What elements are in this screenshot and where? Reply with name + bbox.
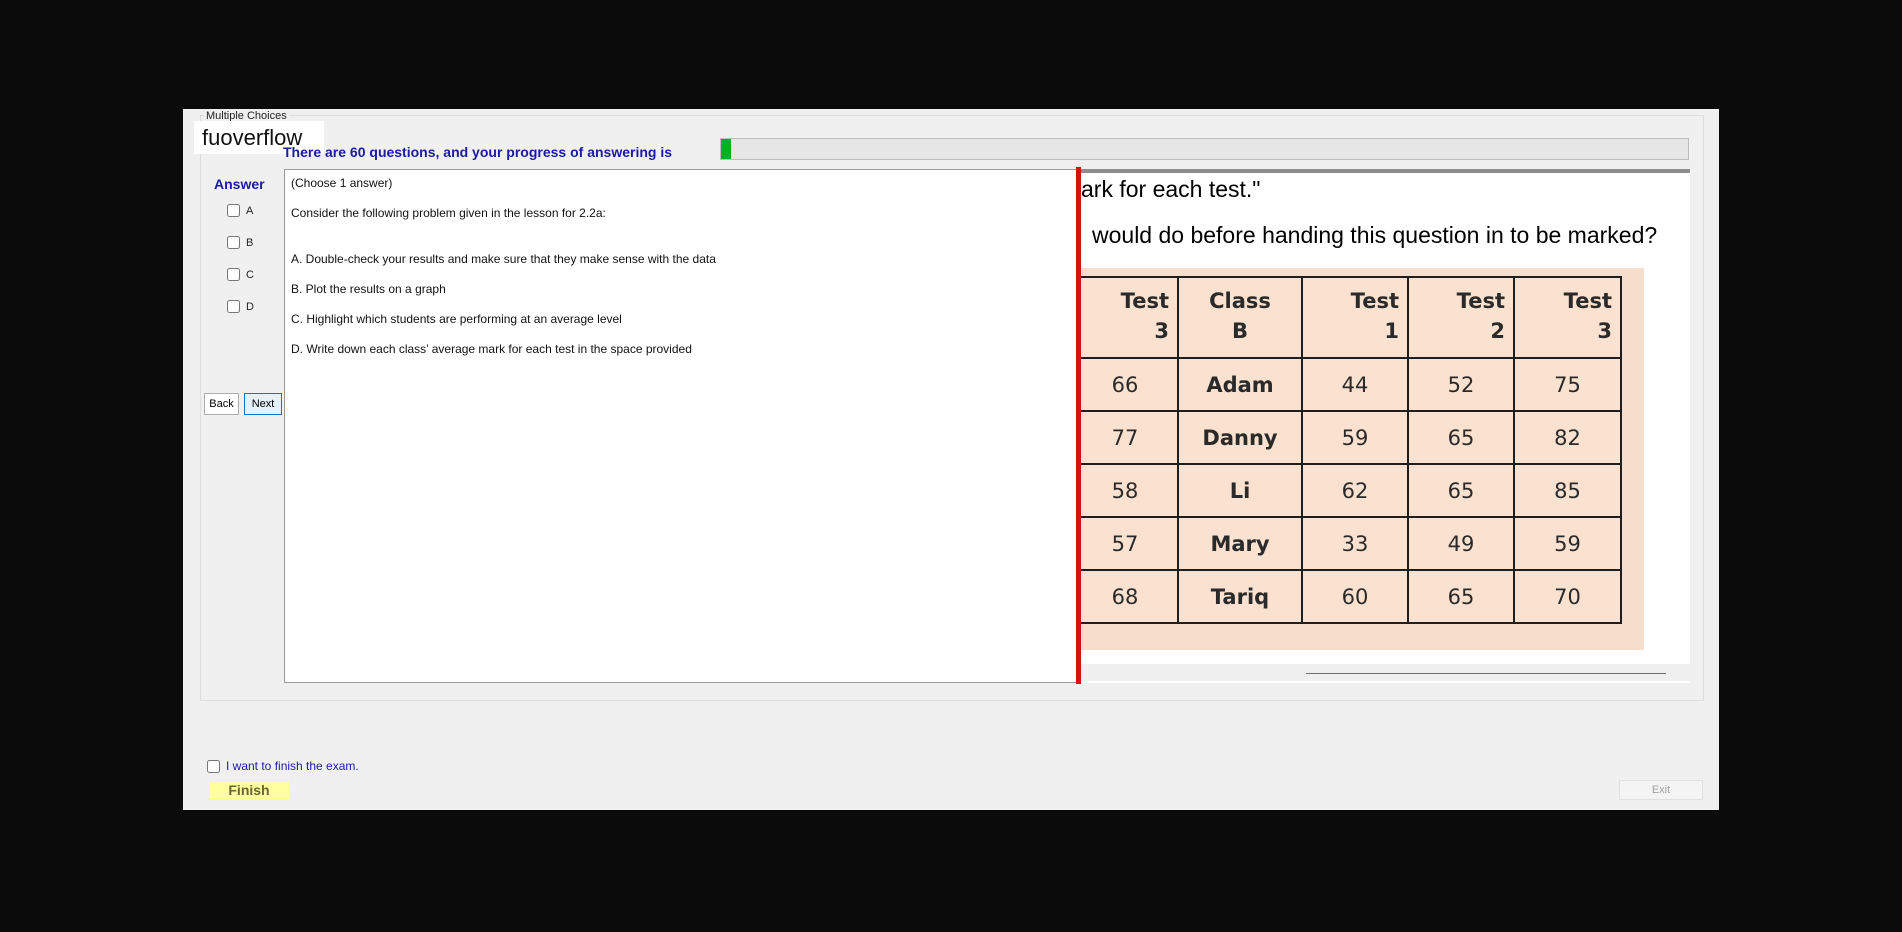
option-d-label: D [246,300,254,313]
table-row: 57 Mary 33 49 59 [1081,516,1622,571]
table-row: 58 Li 62 65 85 [1081,463,1622,518]
answer-title: Answer [214,176,265,192]
header-cell: Test 1 [1301,276,1409,359]
table-cell: 49 [1407,516,1515,571]
question-text-box[interactable]: (Choose 1 answer) Consider the following… [284,169,1077,683]
table-cell: 65 [1407,463,1515,518]
question-prompt: Consider the following problem given in … [291,206,606,220]
table-cell: 44 [1301,357,1409,412]
table-cell: Mary [1177,516,1303,571]
table-cell: 52 [1407,357,1515,412]
table-cell: 59 [1513,516,1622,571]
table-cell: Li [1177,463,1303,518]
image-top-border [1081,169,1690,173]
finish-exam-option[interactable]: I want to finish the exam. [207,759,359,773]
table-cell: 65 [1407,410,1515,465]
marks-table: Test 3 Class B Test 1 Test 2 Test 3 66 Adam 4… [1081,276,1622,624]
table-cell: 62 [1301,463,1409,518]
choice-c-text: C. Highlight which students are performi… [291,312,622,326]
table-cell: Tariq [1177,569,1303,624]
table-cell: 60 [1301,569,1409,624]
option-a[interactable]: A [227,204,253,217]
table-cell: 82 [1513,410,1622,465]
image-text-line-1: ark for each test." [1081,176,1261,202]
finish-exam-label: I want to finish the exam. [226,759,359,773]
table-cell: 85 [1513,463,1622,518]
choice-a-text: A. Double-check your results and make su… [291,252,716,266]
progress-label: There are 60 questions, and your progres… [283,144,672,160]
choice-d-text: D. Write down each class’ average mark f… [291,342,692,356]
header-cell: Class B [1177,276,1303,359]
table-row: 77 Danny 59 65 82 [1081,410,1622,465]
table-row: 68 Tariq 60 65 70 [1081,569,1622,624]
table-cell: 68 [1081,569,1179,624]
exit-button[interactable]: Exit [1619,780,1703,800]
next-button[interactable]: Next [244,393,282,415]
option-b-checkbox[interactable] [227,236,240,249]
option-b[interactable]: B [227,236,253,249]
option-a-label: A [246,204,254,217]
horizontal-scrollbar[interactable] [1081,664,1690,681]
header-cell: Test 3 [1513,276,1622,359]
header-cell: Test 3 [1081,276,1179,359]
option-c[interactable]: C [227,268,254,281]
table-cell: Adam [1177,357,1303,412]
header-cell: Test 2 [1407,276,1515,359]
option-a-checkbox[interactable] [227,204,240,217]
table-cell: 75 [1513,357,1622,412]
table-header-row: Test 3 Class B Test 1 Test 2 Test 3 [1081,276,1622,359]
finish-button[interactable]: Finish [209,781,289,799]
progress-bar [720,138,1689,160]
question-instruction: (Choose 1 answer) [291,176,393,190]
window-bottom-edge [183,810,1719,822]
table-cell: Danny [1177,410,1303,465]
image-text-line-2: would do before handing this question in… [1092,222,1658,248]
table-cell: 65 [1407,569,1515,624]
table-cell: 77 [1081,410,1179,465]
choice-b-text: B. Plot the results on a graph [291,282,446,296]
table-row: 66 Adam 44 52 75 [1081,357,1622,412]
table-cell: 70 [1513,569,1622,624]
scrollbar-thumb[interactable] [1306,673,1666,674]
option-d[interactable]: D [227,300,254,313]
question-image-panel[interactable]: ark for each test." would do before hand… [1081,169,1690,683]
option-c-checkbox[interactable] [227,268,240,281]
table-cell: 57 [1081,516,1179,571]
option-d-checkbox[interactable] [227,300,240,313]
table-cell: 66 [1081,357,1179,412]
option-b-label: B [246,236,254,249]
table-cell: 33 [1301,516,1409,571]
table-cell: 59 [1301,410,1409,465]
finish-exam-checkbox[interactable] [207,759,220,773]
exam-window: Multiple Choices fuoverflow There are 60… [183,109,1719,810]
progress-bar-fill [721,139,731,159]
back-button[interactable]: Back [204,393,239,415]
option-c-label: C [246,268,254,281]
table-cell: 58 [1081,463,1179,518]
